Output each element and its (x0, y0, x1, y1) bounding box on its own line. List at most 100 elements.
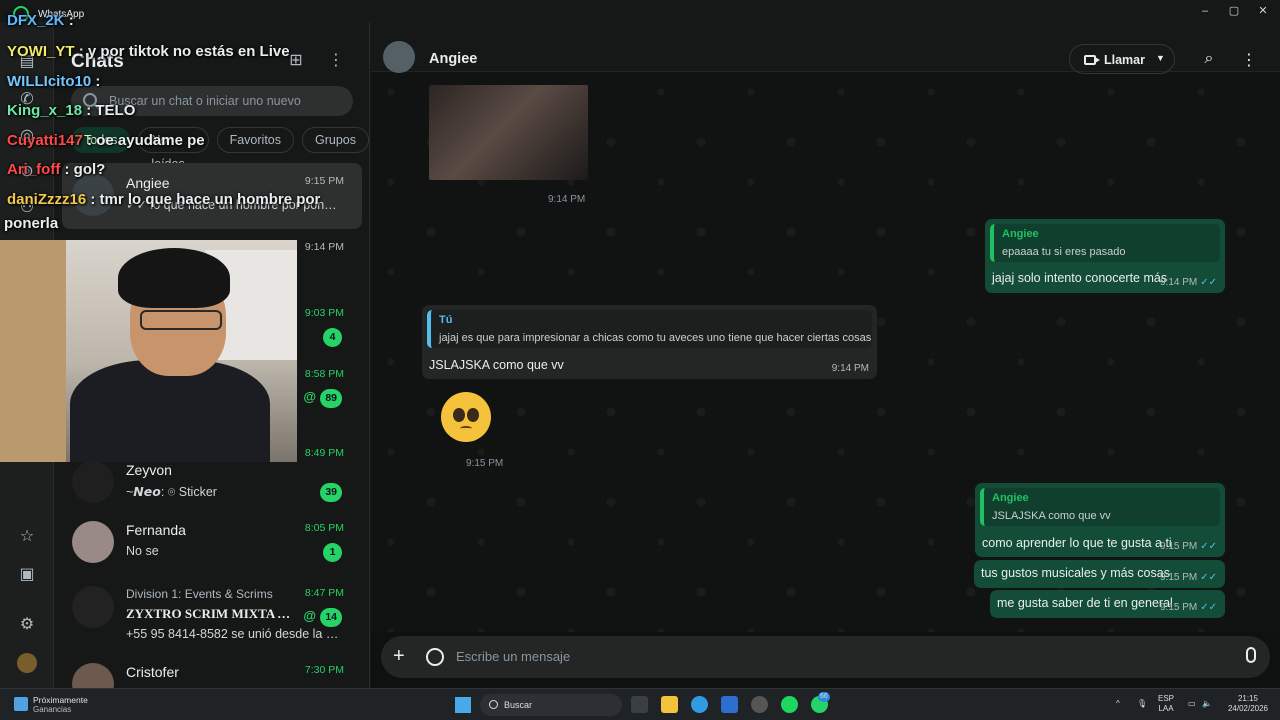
menu-kebab-icon[interactable]: ⋮ (1239, 50, 1259, 70)
message-time: 9:14 PM (548, 194, 586, 205)
message-meta: 9:15 PM ✓✓ (1160, 541, 1217, 552)
search-icon[interactable]: ⌕ (1199, 50, 1219, 70)
volume-icon[interactable]: 🔈 (1202, 699, 1212, 709)
outgoing-message[interactable]: Angiee JSLAJSKA como que vv como aprende… (975, 483, 1225, 557)
stream-chat-text: : gol? (64, 161, 106, 178)
network-icon[interactable]: ▭ (1188, 699, 1196, 709)
chat-row-fernanda[interactable]: Fernanda No se 8:05 PM 1 (62, 510, 362, 576)
message-time: 9:15 PM (1159, 572, 1198, 583)
close-window-button[interactable]: ✕ (1248, 2, 1278, 20)
message-text: me gusta saber de ti en general (997, 596, 1173, 610)
stream-chat-text: : tmr lo que hace un hombre por (90, 191, 321, 208)
chat-time: 8:47 PM (304, 587, 344, 599)
widget-subtitle[interactable]: Ganancias (33, 705, 71, 714)
quoted-message[interactable]: Tú jajaj es que para impresionar a chica… (427, 310, 872, 348)
chat-row-division-1[interactable]: Division 1: Events & Scrims ZYXTRO SCRIM… (62, 575, 362, 647)
filter-groups[interactable]: Grupos (302, 127, 369, 153)
taskbar-search[interactable]: Buscar (480, 694, 622, 716)
avatar (72, 586, 114, 628)
contact-avatar[interactable] (383, 41, 415, 73)
maximize-button[interactable]: ▢ (1219, 2, 1249, 20)
pleading-face-emoji-message[interactable] (441, 392, 491, 442)
settings-gear-icon[interactable]: ⚙ (17, 615, 37, 635)
read-ticks-icon: ✓✓ (1200, 541, 1217, 552)
outgoing-message[interactable]: tus gustos musicales y más cosas 9:15 PM… (974, 560, 1225, 588)
quoted-message[interactable]: Angiee epaaaa tu si eres pasado (990, 224, 1220, 262)
title-bar: WhatsApp – ▢ ✕ (0, 0, 1280, 22)
starred-messages-icon[interactable]: ☆ (17, 527, 37, 547)
widget-title[interactable]: Próximamente (33, 695, 88, 705)
windows-taskbar: Próximamente Ganancias Buscar 66 ^ 🎙 ESP… (0, 688, 1280, 720)
obs-icon[interactable] (751, 696, 768, 713)
menu-kebab-icon[interactable]: ⋮ (326, 50, 346, 70)
minimize-button[interactable]: – (1190, 2, 1220, 20)
unread-badge: 14 (320, 608, 342, 627)
keyboard-language[interactable]: ESP LAA (1158, 694, 1174, 714)
unread-badge: 1 (323, 543, 342, 562)
call-button[interactable]: Llamar ▼ (1069, 44, 1175, 74)
chat-preview: +55 95 8414-8582 se unió desde la com... (126, 627, 340, 641)
stream-chat-text: : TELO (86, 102, 136, 119)
store-icon[interactable] (721, 696, 738, 713)
chat-time: 8:05 PM (304, 522, 344, 534)
outgoing-message[interactable]: Angiee epaaaa tu si eres pasado jajaj so… (985, 219, 1225, 293)
message-text: jajaj solo intento conocerte más (992, 271, 1168, 285)
stream-chat-text: : (68, 12, 74, 29)
stream-chat-text: : oe ayudame pe (87, 132, 205, 149)
whatsapp-notification-badge: 66 (818, 692, 830, 702)
message-time: 9:14 PM (1159, 277, 1198, 288)
spotify-icon[interactable] (781, 696, 798, 713)
chat-time: 8:58 PM (304, 368, 344, 380)
stream-chat-user: Ari_foff (7, 161, 61, 178)
stream-chat-user: YOWI_YT (7, 43, 75, 60)
lang-top: ESP (1158, 694, 1175, 703)
message-time: 9:15 PM (1159, 602, 1198, 613)
contact-name[interactable]: Angiee (429, 51, 477, 67)
read-ticks-icon: ✓✓ (1200, 572, 1217, 583)
stream-chat-user: DFX_2K (7, 12, 65, 29)
archived-icon[interactable]: ▣ (17, 565, 37, 585)
image-message[interactable] (429, 85, 588, 180)
quoted-message[interactable]: Angiee JSLAJSKA como que vv (980, 488, 1220, 526)
read-ticks-icon: ✓✓ (1200, 277, 1217, 288)
chat-subname: ZYXTRO SCRIM MIXTA A... (126, 606, 291, 621)
file-explorer-icon[interactable] (661, 696, 678, 713)
clock-date: 24/02/2026 (1227, 704, 1269, 713)
message-composer: + Escribe un mensaje (381, 636, 1270, 678)
unread-badge: 89 (320, 389, 342, 408)
outgoing-message[interactable]: me gusta saber de ti en general 9:15 PM ✓… (990, 590, 1225, 618)
tray-microphone-icon[interactable]: 🎙 (1137, 699, 1147, 709)
filter-favorites[interactable]: Favoritos (216, 127, 294, 153)
lang-bottom: LAA (1158, 704, 1174, 713)
emoji-mouth (460, 426, 472, 431)
quote-text: epaaaa tu si eres pasado (1002, 246, 1126, 258)
edge-browser-icon[interactable] (691, 696, 708, 713)
microphone-icon[interactable] (1246, 647, 1256, 663)
chat-name: Division 1: Events & Scrims (126, 587, 273, 601)
incoming-message[interactable]: Tú jajaj es que para impresionar a chica… (422, 305, 877, 379)
task-view-icon[interactable] (631, 696, 648, 713)
tray-chevron-up-icon[interactable]: ^ (1116, 699, 1120, 709)
chat-name: Angiee (126, 175, 170, 191)
start-windows-icon[interactable] (455, 697, 471, 713)
stream-chat-user: WILLIcito10 (7, 73, 92, 90)
stream-chat-user: Cuyatti147 (7, 132, 83, 149)
profile-avatar[interactable] (17, 653, 37, 673)
emoji-eye (453, 408, 465, 422)
stream-chat-line: YOWI_YT : y por tiktok no estás en Live (7, 43, 290, 60)
message-text: JSLAJSKA como que vv (429, 358, 564, 372)
quote-text: JSLAJSKA como que vv (992, 510, 1111, 522)
sticker-emoji-icon[interactable] (426, 648, 444, 666)
whatsapp-desktop-window: WhatsApp – ▢ ✕ ▤ ✆ ◎ ⊚ ⚇ ☆ ▣ ⚙ Chats ⊞ ⋮… (0, 0, 1280, 720)
attach-plus-icon[interactable]: + (393, 645, 405, 668)
chat-name: Cristofer (126, 664, 179, 680)
quote-author: Tú (439, 314, 453, 326)
message-meta: 9:14 PM ✓✓ (1160, 277, 1217, 288)
widgets-icon[interactable] (14, 697, 28, 711)
message-input[interactable]: Escribe un mensaje (456, 649, 570, 664)
webcam-person-hair (118, 248, 230, 308)
quote-text: jajaj es que para impresionar a chicas c… (439, 332, 872, 344)
webcam-background-wall (0, 240, 66, 462)
clock[interactable]: 21:15 24/02/2026 (1226, 694, 1270, 714)
unread-badge: 4 (323, 328, 342, 347)
